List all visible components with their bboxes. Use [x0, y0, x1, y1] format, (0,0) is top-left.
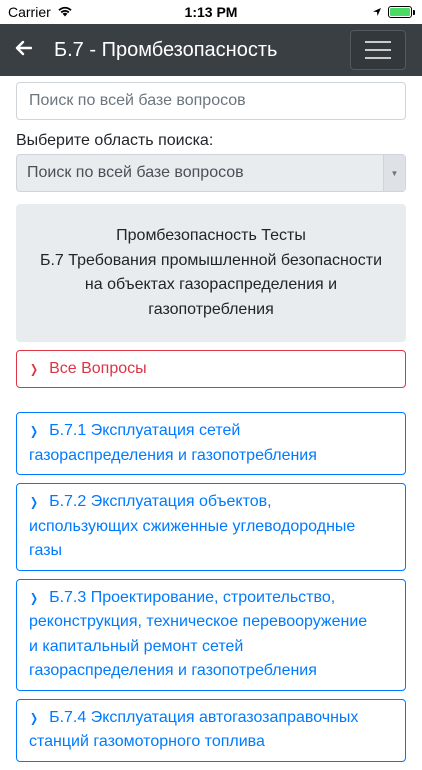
chevron-right-icon: ❯	[30, 495, 39, 509]
search-input[interactable]: Поиск по всей базе вопросов	[16, 82, 406, 120]
info-line: на объектах газораспределения и	[84, 276, 338, 293]
topic-line: Б.7.2 Эксплуатация объектов,	[49, 493, 272, 510]
topic-line: Б.7.3 Проектирование, строительство,	[49, 588, 336, 606]
info-box: Промбезопасность Тесты Б.7 Требования пр…	[16, 204, 406, 342]
chevron-right-icon: ❯	[30, 362, 39, 376]
topic-line: Б.7.4 Эксплуатация автогазозаправочных	[49, 708, 359, 726]
search-area-selected: Поиск по всей базе вопросов	[27, 164, 244, 181]
status-right	[372, 4, 415, 20]
location-icon	[372, 4, 382, 20]
info-line: газопотребления	[148, 300, 274, 318]
topic-line: газораспределения и газопотребления	[29, 662, 317, 679]
topic-item-b73[interactable]: ❯ Б.7.3 Проектирование, строительство, ре…	[16, 578, 406, 691]
topic-line: газораспределения и газопотребления	[29, 446, 317, 464]
topic-line: реконструкция, техническое перевооружени…	[29, 613, 368, 630]
all-questions-button[interactable]: ❯ Все Вопросы	[16, 350, 406, 388]
info-line: Б.7 Требования промышленной безопасности	[39, 251, 383, 269]
chevron-down-icon: ▼	[383, 155, 405, 191]
hamburger-icon-bar	[365, 57, 391, 59]
hamburger-icon-bar	[365, 41, 391, 43]
topic-line: и капитальный ремонт сетей	[29, 637, 244, 655]
topic-line: газы	[29, 542, 63, 559]
page-title: Б.7 - Промбезопасность	[54, 38, 278, 61]
back-arrow-icon	[14, 40, 33, 61]
search-area-select[interactable]: Поиск по всей базе вопросов ▼	[16, 154, 406, 192]
status-time: 1:13 PM	[184, 4, 238, 20]
status-bar: Carrier 1:13 PM	[0, 0, 422, 24]
main-content: Поиск по всей базе вопросов Выберите обл…	[16, 76, 406, 770]
topic-line: станций газомоторного топлива	[29, 733, 265, 750]
chevron-right-icon: ❯	[30, 710, 39, 725]
battery-icon	[388, 6, 415, 18]
all-questions-label: Все Вопросы	[49, 360, 147, 377]
topic-item-b71[interactable]: ❯ Б.7.1 Эксплуатация сетей газораспределе…	[16, 412, 406, 475]
menu-button[interactable]	[350, 30, 406, 70]
topic-line: Б.7.1 Эксплуатация сетей	[49, 422, 241, 439]
info-line: Промбезопасность Тесты	[116, 227, 306, 244]
hamburger-icon-bar	[365, 49, 391, 51]
topic-item-b74[interactable]: ❯ Б.7.4 Эксплуатация автогазозаправочных …	[16, 698, 406, 762]
chevron-right-icon: ❯	[30, 590, 39, 605]
topic-list: ❯ Б.7.1 Эксплуатация сетей газораспределе…	[16, 412, 406, 762]
topic-line: использующих сжиженные углеводородные	[29, 517, 356, 535]
back-button[interactable]	[0, 24, 46, 76]
chevron-right-icon: ❯	[30, 424, 39, 438]
topic-item-b72[interactable]: ❯ Б.7.2 Эксплуатация объектов, использующ…	[16, 483, 406, 571]
search-area-label: Выберите область поиска:	[16, 132, 214, 149]
navbar: Б.7 - Промбезопасность	[0, 24, 422, 76]
